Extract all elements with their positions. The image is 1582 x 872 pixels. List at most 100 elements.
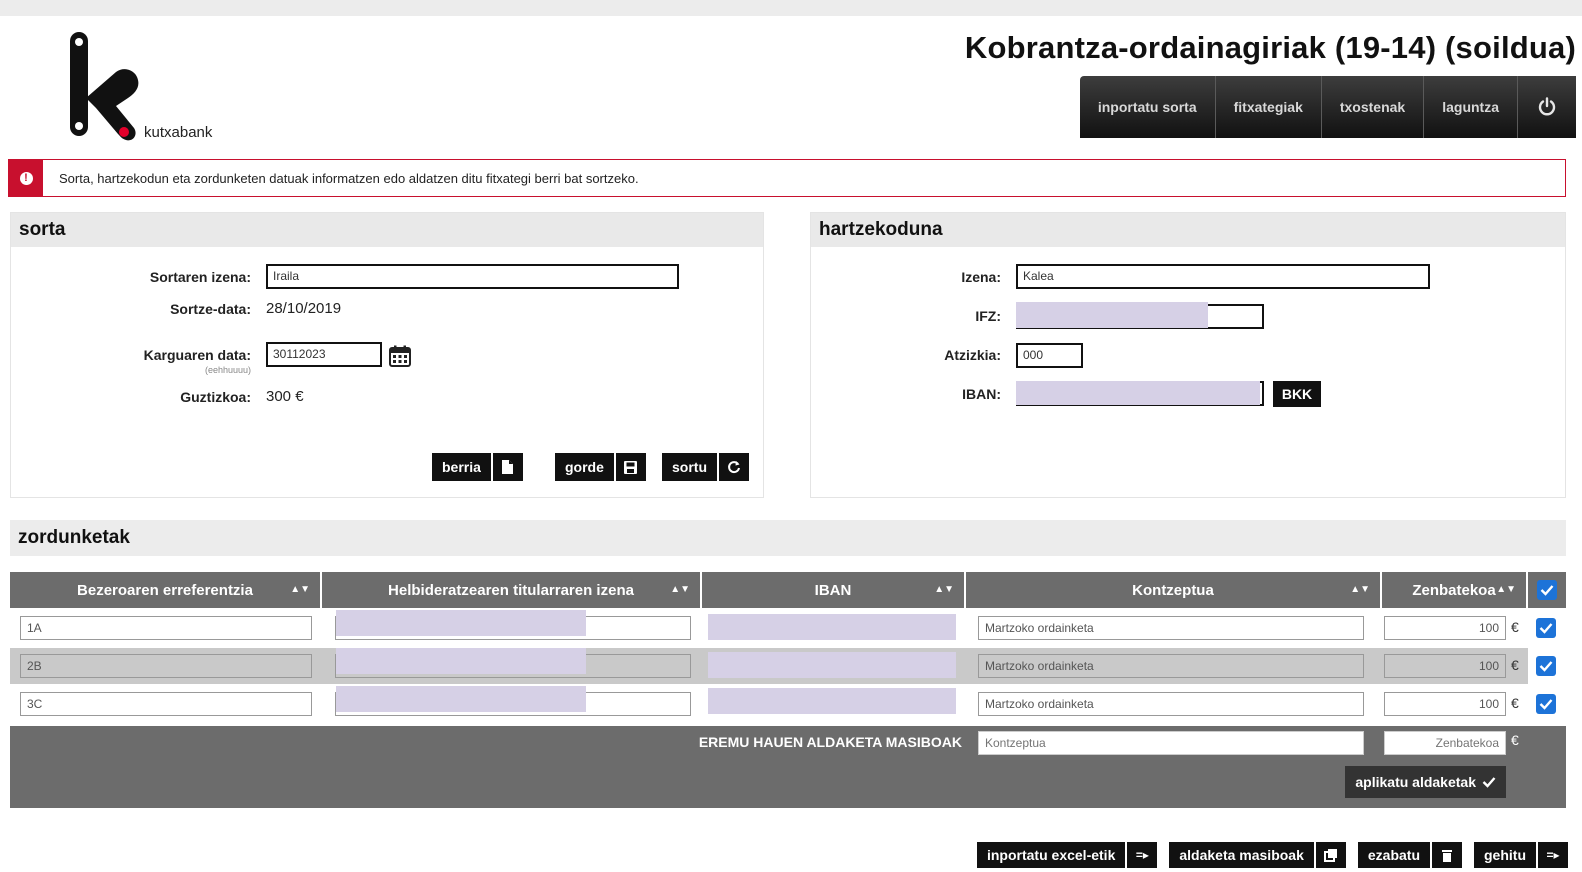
new-file-icon [493,453,523,481]
col-concept[interactable]: Kontzeptua ▲▼ [966,572,1382,608]
check-icon [1482,777,1496,788]
creditor-name-input[interactable]: Kalea [1016,264,1430,289]
new-button[interactable]: berria [432,453,523,481]
top-navigation: inportatu sorta fitxategiak txostenak la… [1079,76,1576,138]
sorta-title: sorta [11,213,763,247]
import-excel-button[interactable]: inportatu excel-etik =▸ [976,842,1158,868]
row-checkbox[interactable] [1536,694,1556,714]
sort-icon: ▲▼ [1350,584,1370,595]
add-arrow-icon: =▸ [1546,848,1560,862]
select-all-checkbox[interactable] [1537,580,1557,600]
check-icon [1540,585,1554,596]
check-icon [1539,623,1553,634]
save-icon [616,453,646,481]
concept-input[interactable]: Martzoko ordainketa [978,692,1364,716]
refresh-icon [719,453,749,481]
ref-input[interactable]: 1A [20,616,312,640]
bottom-actions: inportatu excel-etik =▸ aldaketa masiboa… [976,842,1568,868]
currency-label: € [1511,732,1519,748]
redacted-iban[interactable] [708,688,956,714]
creditor-panel: hartzekoduna Izena: Kalea IFZ: Atzizkia:… [810,212,1566,498]
copy-icon [1316,842,1346,868]
power-icon [1538,97,1556,116]
nav-files[interactable]: fitxategiak [1215,76,1322,138]
charge-date-input[interactable]: 30112023 [266,342,382,367]
table-row: 1A Martzoko ordainketa 100 € [10,610,1566,646]
col-iban[interactable]: IBAN ▲▼ [702,572,966,608]
table-row: 3C Martzoko ordainketa 100 € [10,686,1566,722]
kutxabank-logo: kutxabank [64,28,244,148]
add-button[interactable]: gehitu =▸ [1474,842,1568,868]
creditor-name-label: Izena: [961,269,1001,285]
batch-name-input[interactable]: Iraila [266,264,679,289]
k-logo-icon [70,32,139,141]
redacted-iban[interactable] [708,614,956,640]
col-holder-name[interactable]: Helbideratzearen titularraren izena ▲▼ [322,572,702,608]
total-label: Guztizkoa: [180,389,251,405]
suffix-label: Atzizkia: [944,347,1001,363]
concept-input[interactable]: Martzoko ordainketa [978,654,1364,678]
created-date-label: Sortze-data: [170,301,251,317]
created-date-value: 28/10/2019 [266,300,342,317]
debits-title: zordunketak [10,520,1566,556]
batch-name-label: Sortaren izena: [149,269,251,285]
logo-text: kutxabank [144,124,213,141]
suffix-input[interactable]: 000 [1016,343,1083,368]
import-arrow-icon: =▸ [1135,848,1149,862]
col-customer-ref[interactable]: Bezeroaren erreferentzia ▲▼ [10,572,322,608]
create-button[interactable]: sortu [662,453,749,481]
ref-input[interactable]: 2B [20,654,312,678]
top-strip [0,0,1582,16]
amount-input[interactable]: 100 [1384,692,1506,716]
delete-button[interactable]: ezabatu [1357,842,1462,868]
mass-edit-button[interactable]: aldaketa masiboak [1169,842,1346,868]
power-button[interactable] [1518,76,1576,138]
calendar-icon[interactable] [389,345,411,367]
info-alert: ! Sorta, hartzekodun eta zordunketen dat… [8,159,1566,197]
amount-input[interactable]: 100 [1384,654,1506,678]
currency-label: € [1511,695,1519,711]
currency-label: € [1511,657,1519,673]
iban-label: IBAN: [962,386,1001,402]
page-title: Kobrantza-ordainagiriak (19-14) (soildua… [964,30,1576,65]
check-icon [1539,661,1553,672]
redacted-iban[interactable] [708,652,956,678]
alert-text: Sorta, hartzekodun eta zordunketen datua… [59,170,639,186]
bank-code-badge: BKK [1273,381,1321,407]
col-amount[interactable]: Zenbatekoa ▲▼ [1382,572,1528,608]
save-button[interactable]: gorde [555,453,646,481]
trash-icon [1432,842,1462,868]
apply-changes-button[interactable]: aplikatu aldaketak [1345,766,1506,798]
sorta-panel: sorta Sortaren izena: Iraila Sortze-data… [10,212,764,498]
nav-import-batch[interactable]: inportatu sorta [1079,76,1216,138]
sort-icon: ▲▼ [1496,584,1516,595]
sort-icon: ▲▼ [290,584,310,595]
redacted-holder [336,610,586,636]
mass-edit-label: EREMU HAUEN ALDAKETA MASIBOAK [698,734,962,750]
concept-input[interactable]: Martzoko ordainketa [978,616,1364,640]
redacted-holder [336,686,586,712]
mass-concept-input[interactable] [978,731,1364,755]
row-checkbox[interactable] [1536,656,1556,676]
alert-icon: ! [9,160,43,196]
mass-amount-input[interactable] [1384,731,1506,755]
amount-input[interactable]: 100 [1384,616,1506,640]
nav-reports[interactable]: txostenak [1321,76,1425,138]
redacted-iban [1016,381,1260,405]
charge-date-label: Karguaren data: [143,347,251,363]
total-value: 300 € [266,388,304,405]
table-row: 2B Martzoko ordainketa 100 € [10,648,1566,684]
charge-date-hint: (eehhuuuu) [204,365,251,375]
currency-label: € [1511,619,1519,635]
redacted-holder [336,648,586,674]
col-select-all [1528,572,1566,608]
row-checkbox[interactable] [1536,618,1556,638]
sort-icon: ▲▼ [934,584,954,595]
ref-input[interactable]: 3C [20,692,312,716]
mass-edit-panel: EREMU HAUEN ALDAKETA MASIBOAK € aplikatu… [10,726,1566,808]
redacted-ifz [1016,302,1208,328]
check-icon [1539,699,1553,710]
nav-help[interactable]: laguntza [1424,76,1518,138]
creditor-title: hartzekoduna [811,213,1565,247]
ifz-label: IFZ: [975,308,1001,324]
